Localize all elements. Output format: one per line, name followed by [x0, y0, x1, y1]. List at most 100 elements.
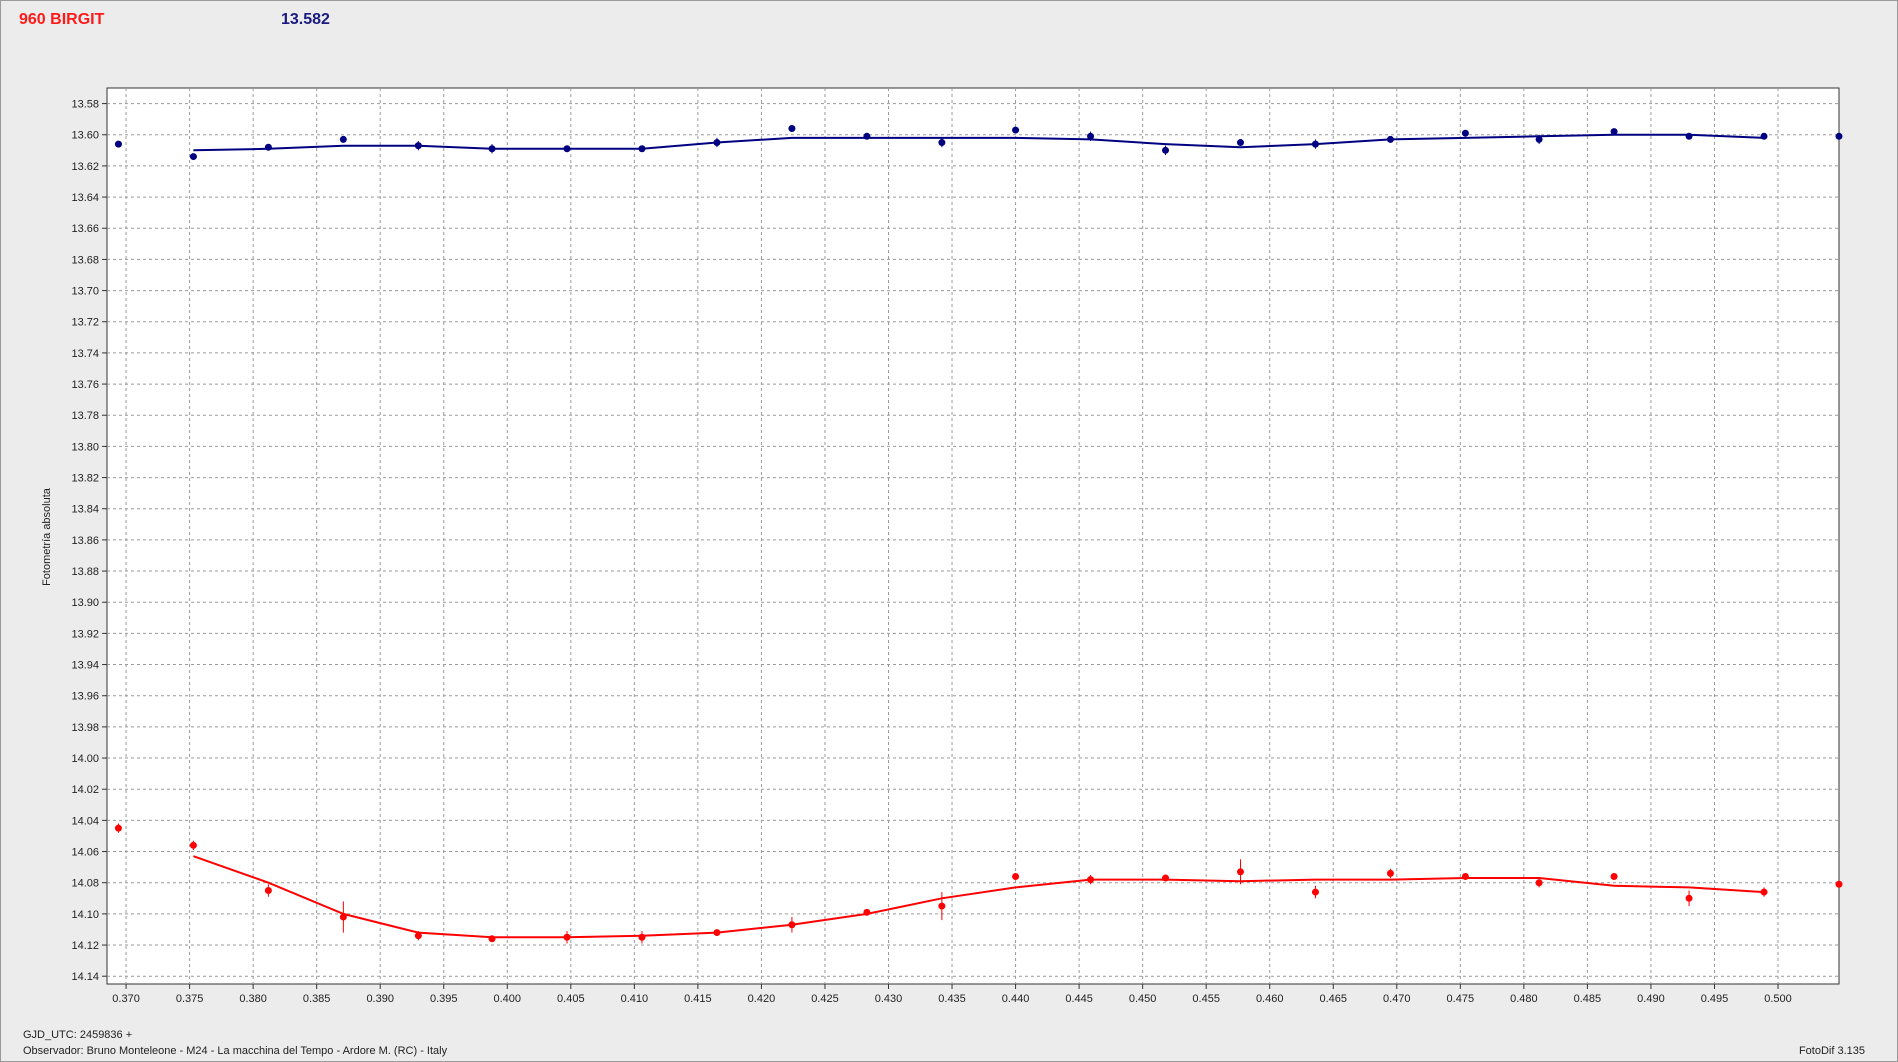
- y-tick-label: 13.66: [71, 223, 99, 235]
- data-point: [414, 142, 422, 150]
- data-point: [414, 932, 422, 940]
- data-point: [1087, 132, 1095, 140]
- data-point: [938, 139, 946, 147]
- x-tick-label: 0.405: [557, 993, 585, 1005]
- data-point: [114, 140, 122, 148]
- x-tick-label: 0.375: [176, 993, 204, 1005]
- y-tick-label: 13.76: [71, 379, 99, 391]
- y-tick-label: 13.64: [71, 192, 99, 204]
- data-point: [1685, 894, 1693, 902]
- y-tick-label: 13.70: [71, 286, 99, 298]
- data-point: [563, 145, 571, 153]
- x-tick-label: 0.500: [1764, 993, 1792, 1005]
- data-point: [1012, 126, 1020, 134]
- x-tick-label: 0.420: [748, 993, 776, 1005]
- data-point: [189, 841, 197, 849]
- gjd-label: GJD_UTC: 2459836 +: [23, 1029, 133, 1041]
- data-point: [114, 824, 122, 832]
- data-point: [189, 153, 197, 161]
- y-tick-label: 14.14: [71, 971, 99, 983]
- y-tick-label: 14.10: [71, 909, 99, 921]
- data-point: [264, 143, 272, 151]
- data-point: [863, 908, 871, 916]
- data-point: [788, 921, 796, 929]
- x-tick-label: 0.370: [112, 993, 140, 1005]
- y-tick-label: 13.98: [71, 722, 99, 734]
- x-tick-label: 0.390: [366, 993, 394, 1005]
- data-point: [1386, 135, 1394, 143]
- y-tick-label: 13.62: [71, 161, 99, 173]
- y-tick-label: 13.74: [71, 348, 99, 360]
- y-tick-label: 14.06: [71, 847, 99, 859]
- x-tick-label: 0.385: [303, 993, 331, 1005]
- data-point: [488, 935, 496, 943]
- data-point: [1535, 879, 1543, 887]
- x-tick-label: 0.495: [1701, 993, 1729, 1005]
- y-tick-label: 13.82: [71, 473, 99, 485]
- photometry-chart: 0.370 0.375 0.380 0.385 0.390 0.395 0.400 0.405…: [71, 87, 1843, 1005]
- x-tick-label: 0.485: [1574, 993, 1602, 1005]
- y-tick-label: 13.84: [71, 504, 99, 516]
- y-tick-label: 13.58: [71, 99, 99, 111]
- x-tick-label: 0.480: [1510, 993, 1538, 1005]
- data-point: [488, 145, 496, 153]
- x-tick-label: 0.465: [1319, 993, 1347, 1005]
- x-tick-label: 0.415: [684, 993, 712, 1005]
- observer-label: Observador: Bruno Monteleone - M24 - La …: [23, 1045, 448, 1057]
- y-tick-label: 13.96: [71, 691, 99, 703]
- data-point: [938, 902, 946, 910]
- y-tick-label: 14.00: [71, 753, 99, 765]
- data-point: [1835, 132, 1843, 140]
- data-point: [1236, 868, 1244, 876]
- y-tick-label: 13.88: [71, 566, 99, 578]
- data-point: [1461, 129, 1469, 137]
- data-point: [1162, 874, 1170, 882]
- x-tick-label: 0.435: [938, 993, 966, 1005]
- data-point: [1236, 139, 1244, 147]
- y-tick-label: 13.60: [71, 130, 99, 142]
- x-tick-label: 0.490: [1637, 993, 1665, 1005]
- x-tick-label: 0.430: [875, 993, 903, 1005]
- data-point: [1012, 872, 1020, 880]
- x-tick-label: 0.380: [239, 993, 267, 1005]
- data-point: [1461, 872, 1469, 880]
- plot-area: [106, 87, 1840, 985]
- x-axis-ticks: 0.370 0.375 0.380 0.385 0.390 0.395 0.400 0.405…: [112, 984, 1792, 1005]
- y-tick-label: 13.68: [71, 254, 99, 266]
- y-tick-label: 13.86: [71, 535, 99, 547]
- data-point: [1311, 140, 1319, 148]
- x-tick-label: 0.470: [1383, 993, 1411, 1005]
- chart-window: 960 BIRGIT 13.582 0.370 0.375 0.380 0.385 0.…: [0, 0, 1898, 1062]
- version-label: FotoDif 3.135: [1798, 1045, 1865, 1057]
- data-point: [1610, 872, 1618, 880]
- y-tick-label: 13.80: [71, 441, 99, 453]
- data-point: [863, 132, 871, 140]
- x-tick-label: 0.395: [430, 993, 458, 1005]
- y-tick-label: 14.04: [71, 815, 99, 827]
- y-axis-ticks: 13.58 13.60 13.62 13.64 13.66 13.68 13.70 13.72…: [71, 99, 107, 983]
- data-point: [563, 933, 571, 941]
- data-point: [638, 145, 646, 153]
- y-tick-label: 14.02: [71, 784, 99, 796]
- y-axis-label: Fotometría absoluta: [41, 488, 53, 586]
- data-point: [1386, 869, 1394, 877]
- y-tick-label: 14.12: [71, 940, 99, 952]
- data-point: [1162, 146, 1170, 154]
- data-point: [1760, 888, 1768, 896]
- x-tick-label: 0.445: [1065, 993, 1093, 1005]
- data-point: [713, 139, 721, 147]
- data-point: [638, 933, 646, 941]
- x-tick-label: 0.475: [1447, 993, 1475, 1005]
- data-point: [264, 887, 272, 895]
- y-tick-label: 14.08: [71, 878, 99, 890]
- y-tick-label: 13.78: [71, 410, 99, 422]
- x-tick-label: 0.425: [811, 993, 839, 1005]
- x-tick-label: 0.410: [621, 993, 649, 1005]
- data-point: [1760, 132, 1768, 140]
- data-point: [339, 913, 347, 921]
- x-tick-label: 0.450: [1129, 993, 1157, 1005]
- data-point: [713, 929, 721, 937]
- x-tick-label: 0.400: [494, 993, 522, 1005]
- data-point: [1610, 128, 1618, 136]
- x-tick-label: 0.460: [1256, 993, 1284, 1005]
